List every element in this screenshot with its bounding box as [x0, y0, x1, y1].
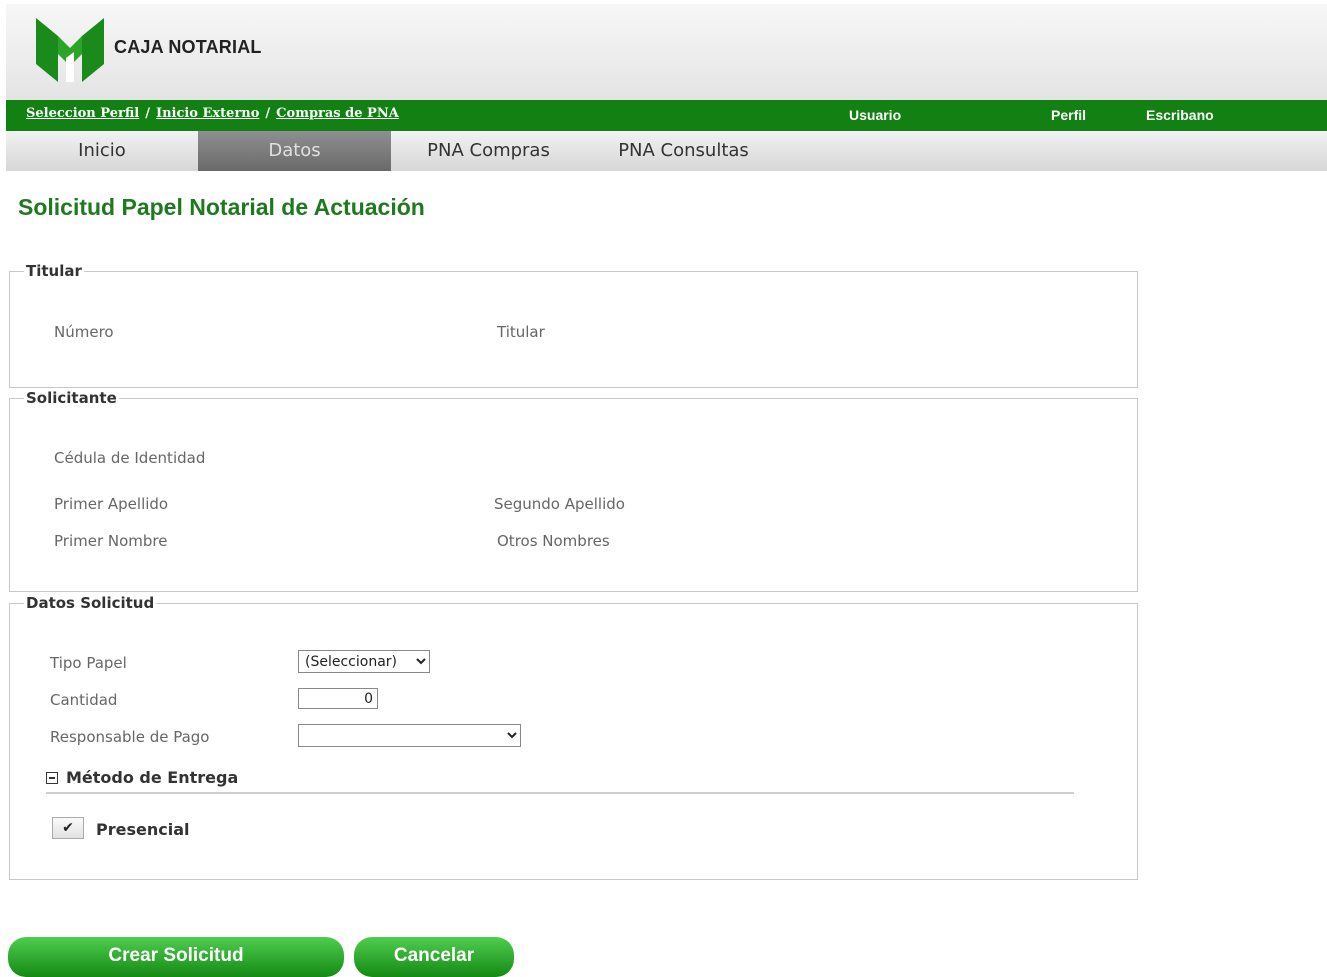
titular-legend: Titular — [24, 262, 84, 280]
breadcrumb-separator: / — [145, 106, 150, 121]
breadcrumb-inicio-externo[interactable]: Inicio Externo — [156, 106, 259, 121]
numero-label: Número — [54, 323, 114, 341]
metodo-entrega-title: Método de Entrega — [66, 768, 239, 787]
datos-solicitud-section: Datos Solicitud Tipo Papel (Seleccionar)… — [9, 594, 1138, 880]
presencial-label: Presencial — [96, 820, 190, 839]
role-label: Escribano — [1146, 107, 1214, 123]
user-label: Usuario — [849, 107, 902, 123]
titular-label: Titular — [497, 323, 545, 341]
solicitante-legend: Solicitante — [24, 389, 119, 407]
brand-name: CAJA NOTARIAL — [114, 37, 262, 57]
titular-section: Titular Número Titular — [9, 262, 1138, 388]
collapse-icon[interactable] — [46, 772, 58, 784]
breadcrumb-separator: / — [265, 106, 271, 121]
breadcrumb: Seleccion Perfil / Inicio Externo / Compras … — [26, 106, 399, 121]
page-title: Solicitud Papel Notarial de Actuación — [18, 194, 425, 220]
responsable-pago-select[interactable] — [298, 724, 521, 747]
breadcrumb-compras-pna[interactable]: Compras de PNA — [276, 106, 399, 121]
tipo-papel-select[interactable]: (Seleccionar) — [298, 650, 430, 673]
solicitante-section: Solicitante Cédula de Identidad Primer A… — [9, 389, 1138, 592]
cantidad-input[interactable] — [298, 688, 378, 709]
tab-inicio[interactable]: Inicio — [6, 131, 198, 171]
tipo-papel-label: Tipo Papel — [50, 654, 127, 672]
cedula-label: Cédula de Identidad — [54, 449, 206, 467]
metodo-entrega-header[interactable]: Método de Entrega — [46, 768, 1074, 794]
profile-label: Perfil — [1051, 107, 1087, 123]
caja-notarial-logo — [36, 18, 104, 82]
segundo-apellido-label: Segundo Apellido — [494, 495, 625, 513]
tab-datos[interactable]: Datos — [198, 131, 391, 171]
app-header: CAJA NOTARIAL — [6, 4, 1327, 100]
breadcrumb-seleccion-perfil[interactable]: Seleccion Perfil — [26, 106, 139, 121]
tab-pna-compras[interactable]: PNA Compras — [391, 131, 586, 171]
primer-nombre-label: Primer Nombre — [54, 532, 168, 550]
datos-solicitud-legend: Datos Solicitud — [24, 594, 157, 612]
crear-solicitud-button[interactable]: Crear Solicitud — [8, 937, 344, 977]
cantidad-label: Cantidad — [50, 691, 118, 709]
tab-pna-consultas[interactable]: PNA Consultas — [586, 131, 781, 171]
top-bar: Seleccion Perfil / Inicio Externo / Compras … — [6, 100, 1327, 131]
cancelar-button[interactable]: Cancelar — [354, 937, 514, 977]
otros-nombres-label: Otros Nombres — [497, 532, 610, 550]
main-tabs: Inicio Datos PNA Compras PNA Consultas — [6, 131, 1327, 171]
primer-apellido-label: Primer Apellido — [54, 495, 169, 513]
responsable-pago-label: Responsable de Pago — [50, 728, 210, 746]
presencial-checkbox[interactable]: ✔ — [52, 817, 84, 839]
